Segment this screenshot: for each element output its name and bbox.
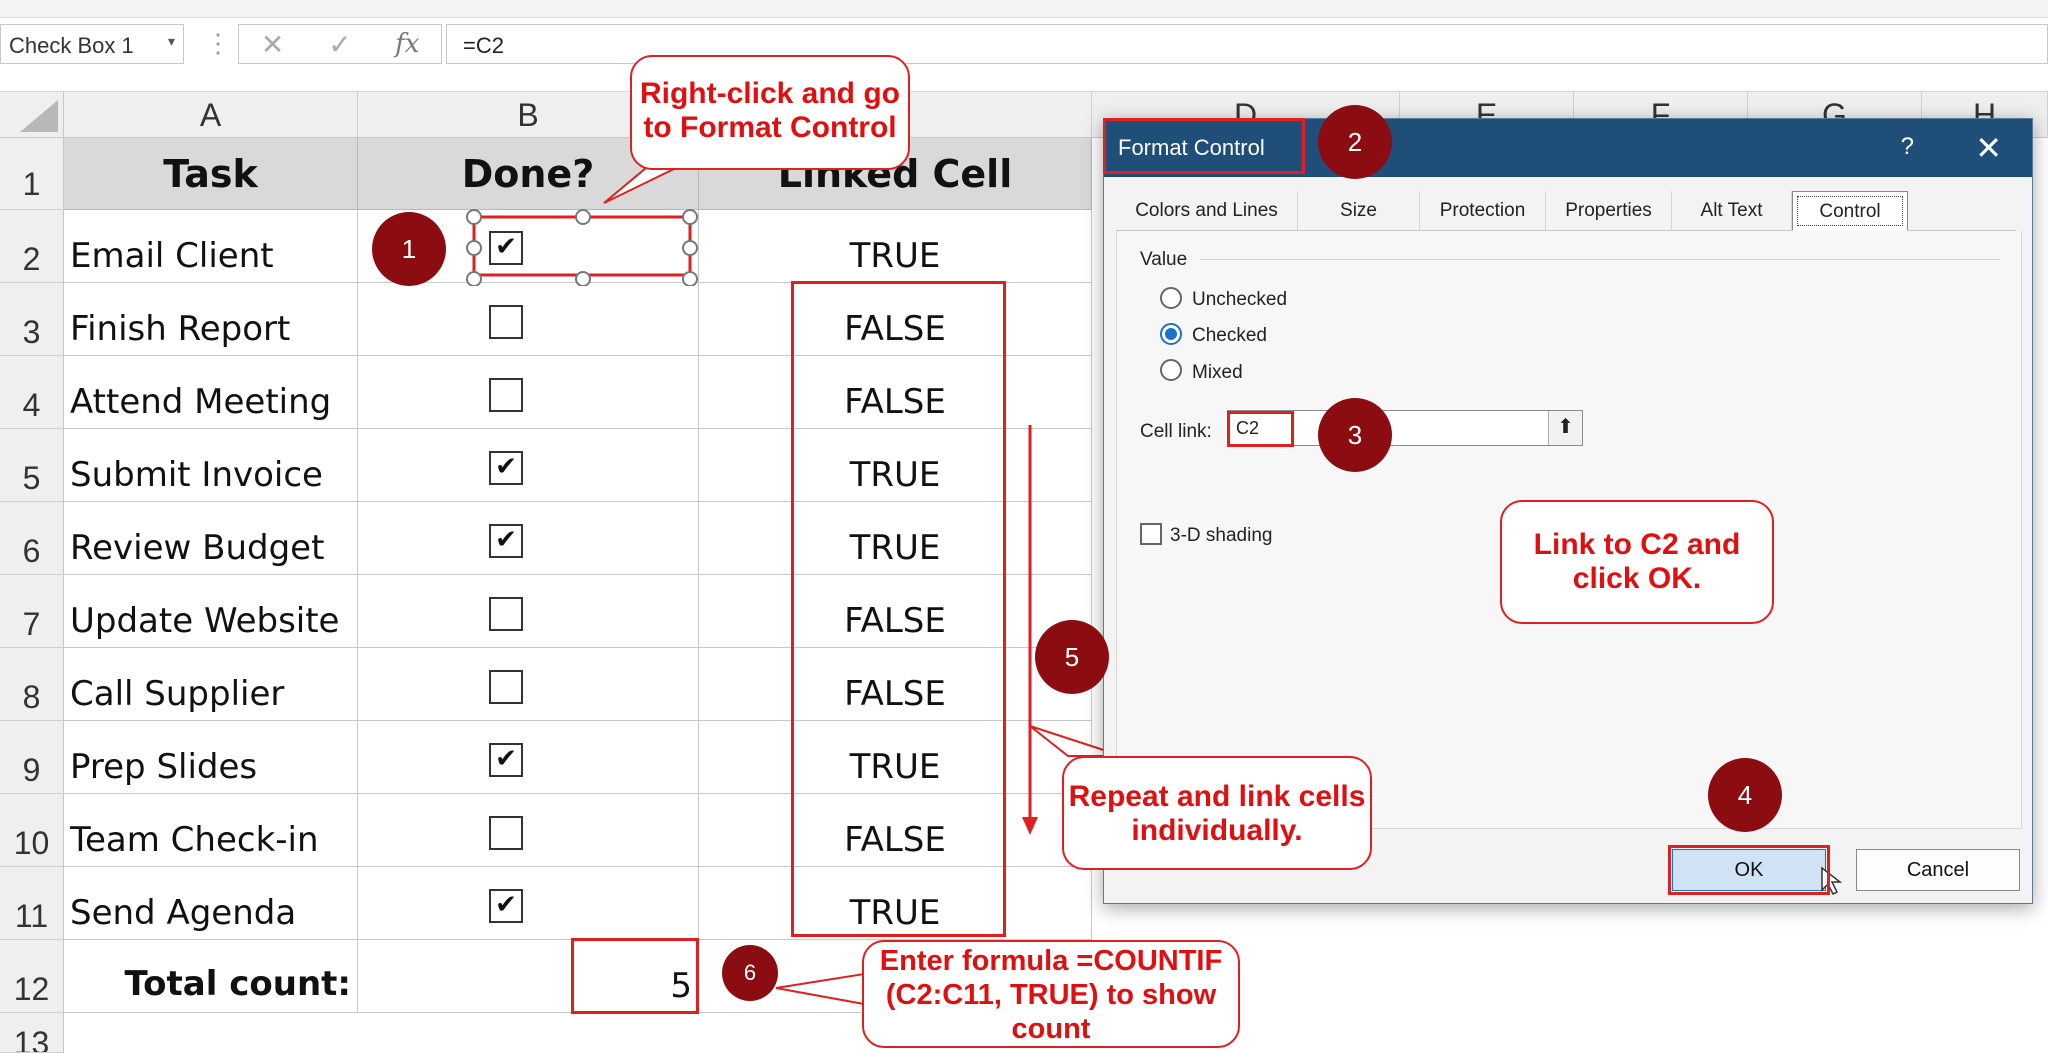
tab-protection[interactable]: Protection: [1420, 191, 1546, 231]
radio-unchecked-label[interactable]: Unchecked: [1192, 289, 1287, 311]
check-icon: ✔: [495, 525, 517, 555]
cancel-icon[interactable]: ✕: [245, 28, 301, 61]
row-header-1[interactable]: 1: [0, 138, 64, 210]
cancel-button[interactable]: Cancel: [1856, 849, 2020, 891]
task-cell[interactable]: Email Client: [64, 210, 358, 283]
row-header-9[interactable]: 9: [0, 721, 64, 794]
callout-link-c2: Link to C2 and click OK.: [1500, 500, 1774, 624]
done-cell[interactable]: [358, 721, 699, 794]
highlight-dialog-title: [1103, 118, 1305, 174]
task-cell[interactable]: Update Website: [64, 575, 358, 648]
down-arrow-icon: [1022, 425, 1038, 835]
select-all-icon: [20, 100, 58, 132]
step-badge-2: 2: [1318, 105, 1392, 179]
radio-checked[interactable]: [1160, 323, 1182, 345]
step-badge-3: 3: [1318, 398, 1392, 472]
check-icon: ✔: [495, 744, 517, 774]
callout-right-click: Right-click and go to Format Control: [630, 55, 910, 170]
highlight-cell-link: [1227, 411, 1294, 447]
done-cell[interactable]: [358, 502, 699, 575]
radio-mixed[interactable]: [1160, 359, 1182, 381]
row-header-6[interactable]: 6: [0, 502, 64, 575]
row-header-11[interactable]: 11: [0, 867, 64, 940]
name-box[interactable]: Check Box 1 ▾: [0, 24, 184, 64]
task-cell[interactable]: Prep Slides: [64, 721, 358, 794]
chevron-down-icon[interactable]: ▾: [168, 33, 175, 50]
tab-size[interactable]: Size: [1298, 191, 1420, 231]
row-header-13[interactable]: 13: [0, 1013, 64, 1053]
formula-buttons: ✕ ✓ fx: [238, 24, 442, 64]
task-cell[interactable]: Send Agenda: [64, 867, 358, 940]
collapse-dialog-icon[interactable]: ⬆: [1548, 411, 1582, 445]
done-cell[interactable]: [358, 356, 699, 429]
cell-link-label: Cell link:: [1140, 421, 1212, 442]
done-cell[interactable]: [358, 794, 699, 867]
value-group-label: Value: [1140, 249, 1188, 270]
task-cell[interactable]: Attend Meeting: [64, 356, 358, 429]
tab-control[interactable]: Control: [1792, 191, 1908, 231]
row-header-7[interactable]: 7: [0, 575, 64, 648]
enter-icon[interactable]: ✓: [312, 28, 368, 61]
row-header-8[interactable]: 8: [0, 648, 64, 721]
step-badge-6: 6: [722, 945, 778, 1001]
selection-handles[interactable]: [465, 208, 705, 286]
checkbox-9[interactable]: [489, 816, 523, 850]
radio-mixed-label[interactable]: Mixed: [1192, 362, 1243, 384]
checkbox-10[interactable]: ✔: [489, 889, 523, 923]
task-cell[interactable]: Review Budget: [64, 502, 358, 575]
name-box-value: Check Box 1: [9, 33, 134, 58]
task-cell[interactable]: Team Check-in: [64, 794, 358, 867]
highlight-linked-range: [791, 281, 1006, 937]
row-header-10[interactable]: 10: [0, 794, 64, 867]
checkbox-7[interactable]: [489, 670, 523, 704]
row-header-4[interactable]: 4: [0, 356, 64, 429]
task-cell[interactable]: Call Supplier: [64, 648, 358, 721]
help-icon[interactable]: ?: [1901, 133, 1914, 161]
more-options-icon[interactable]: ⋮: [205, 24, 231, 62]
linked-cell[interactable]: TRUE: [699, 210, 1092, 283]
checkbox-8[interactable]: ✔: [489, 743, 523, 777]
done-cell[interactable]: [358, 648, 699, 721]
checkbox-5[interactable]: ✔: [489, 524, 523, 558]
check-icon: ✔: [495, 452, 517, 482]
dialog-tabs: Colors and Lines Size Protection Propert…: [1116, 191, 2016, 231]
checkbox-2[interactable]: [489, 305, 523, 339]
radio-checked-label[interactable]: Checked: [1192, 325, 1267, 347]
step-badge-4: 4: [1708, 758, 1782, 832]
divider: [1200, 259, 2000, 260]
row-header-12[interactable]: 12: [0, 940, 64, 1013]
callout-repeat: Repeat and link cells individually.: [1062, 756, 1372, 870]
row-header-5[interactable]: 5: [0, 429, 64, 502]
highlight-ok: [1668, 845, 1830, 895]
select-all-corner[interactable]: [0, 92, 64, 138]
done-cell[interactable]: [358, 429, 699, 502]
step-badge-5: 5: [1035, 620, 1109, 694]
shading-checkbox[interactable]: [1140, 523, 1162, 545]
step-badge-1: 1: [372, 212, 446, 286]
task-cell[interactable]: Submit Invoice: [64, 429, 358, 502]
done-cell[interactable]: [358, 283, 699, 356]
callout-formula: Enter formula =COUNTIF (C2:C11, TRUE) to…: [862, 940, 1240, 1048]
tab-colors-and-lines[interactable]: Colors and Lines: [1116, 191, 1298, 231]
tab-properties[interactable]: Properties: [1546, 191, 1672, 231]
done-cell[interactable]: [358, 867, 699, 940]
checkbox-6[interactable]: [489, 597, 523, 631]
task-cell[interactable]: Finish Report: [64, 283, 358, 356]
insert-function-icon[interactable]: fx: [379, 29, 435, 59]
total-label[interactable]: Total count:: [64, 940, 358, 1013]
row-header-2[interactable]: 2: [0, 210, 64, 283]
ribbon-edge: [0, 0, 2048, 18]
row-header-3[interactable]: 3: [0, 283, 64, 356]
radio-unchecked[interactable]: [1160, 287, 1182, 309]
check-icon: ✔: [495, 890, 517, 920]
done-cell[interactable]: [358, 575, 699, 648]
checkbox-4[interactable]: ✔: [489, 451, 523, 485]
column-header-a[interactable]: A: [64, 92, 358, 138]
shading-label[interactable]: 3-D shading: [1170, 525, 1272, 547]
checkbox-3[interactable]: [489, 378, 523, 412]
header-task[interactable]: Task: [64, 138, 358, 210]
close-icon[interactable]: ✕: [1975, 129, 2002, 167]
highlight-total: [571, 938, 699, 1014]
tab-alt-text[interactable]: Alt Text: [1672, 191, 1792, 231]
